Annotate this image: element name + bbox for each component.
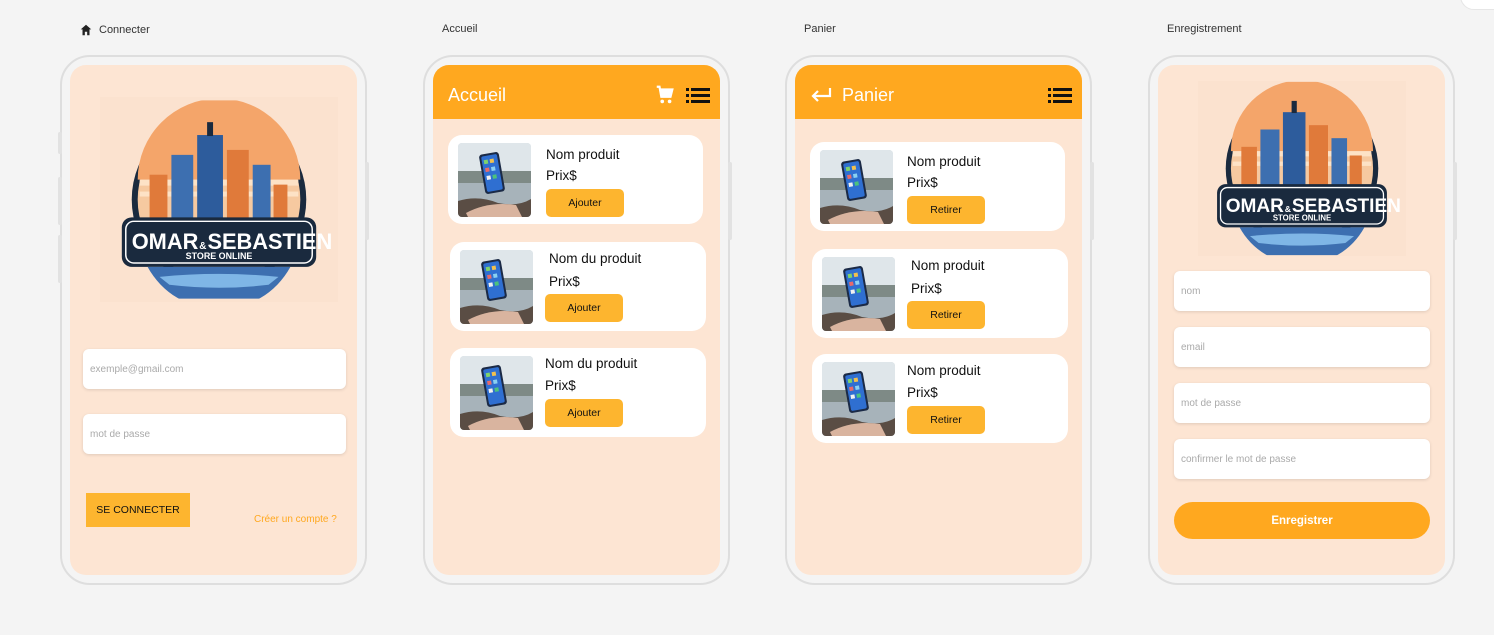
register-button[interactable]: Enregistrer bbox=[1174, 502, 1430, 539]
cart-icon[interactable] bbox=[654, 84, 676, 106]
cart-screen: Panier Nom produit Prix$ Retirer Nom pro… bbox=[795, 65, 1082, 575]
frame-label-cart: Panier bbox=[804, 23, 836, 35]
email-field[interactable]: exemple@gmail.com bbox=[83, 349, 346, 389]
product-price: Prix$ bbox=[907, 175, 938, 190]
store-logo: OMAR&SEBASTIEN STORE ONLINE bbox=[100, 97, 338, 302]
product-image bbox=[460, 250, 533, 324]
create-account-link[interactable]: Créer un compte ? bbox=[254, 514, 337, 525]
login-button[interactable]: SE CONNECTER bbox=[86, 493, 190, 527]
cart-item-card: Nom produit Prix$ Retirer bbox=[810, 142, 1065, 231]
phone-cart: Panier Nom produit Prix$ Retirer Nom pro… bbox=[785, 55, 1094, 585]
remove-button[interactable]: Retirer bbox=[907, 196, 985, 224]
cart-item-card: Nom produit Prix$ Retirer bbox=[812, 354, 1068, 443]
password-field[interactable]: mot de passe bbox=[83, 414, 346, 454]
cart-item-card: Nom produit Prix$ Retirer bbox=[812, 249, 1068, 338]
phone-login: OMAR&SEBASTIEN STORE ONLINE exemple@gmai… bbox=[58, 55, 369, 585]
product-name: Nom produit bbox=[546, 147, 620, 162]
product-image bbox=[820, 150, 893, 224]
frame-label-login: Connecter bbox=[79, 23, 150, 37]
product-card: Nom du produit Prix$ Ajouter bbox=[450, 348, 706, 437]
product-price: Prix$ bbox=[546, 168, 577, 183]
product-price: Prix$ bbox=[907, 385, 938, 400]
page-title: Panier bbox=[842, 84, 895, 105]
product-name: Nom produit bbox=[911, 258, 985, 273]
svg-text:STORE ONLINE: STORE ONLINE bbox=[1273, 214, 1331, 223]
svg-text:STORE ONLINE: STORE ONLINE bbox=[186, 251, 253, 261]
product-name: Nom du produit bbox=[545, 356, 638, 371]
home-icon bbox=[80, 24, 92, 36]
product-card: Nom produit Prix$ Ajouter bbox=[448, 135, 703, 224]
phone-home: Accueil Nom produit Prix$ Ajouter Nom du… bbox=[423, 55, 732, 585]
add-to-cart-button[interactable]: Ajouter bbox=[545, 399, 623, 427]
remove-button[interactable]: Retirer bbox=[907, 406, 985, 434]
product-price: Prix$ bbox=[911, 281, 942, 296]
list-icon[interactable] bbox=[686, 85, 710, 105]
product-image bbox=[458, 143, 531, 217]
product-name: Nom produit bbox=[907, 154, 981, 169]
frame-label-register: Enregistrement bbox=[1167, 23, 1242, 35]
product-card: Nom du produit Prix$ Ajouter bbox=[450, 242, 706, 331]
phone-register: OMAR&SEBASTIEN STORE ONLINE nom email mo… bbox=[1148, 55, 1457, 585]
password-field[interactable]: mot de passe bbox=[1174, 383, 1430, 423]
home-screen: Accueil Nom produit Prix$ Ajouter Nom du… bbox=[433, 65, 720, 575]
product-name: Nom du produit bbox=[549, 251, 642, 266]
cart-appbar: Panier bbox=[795, 65, 1082, 119]
add-to-cart-button[interactable]: Ajouter bbox=[546, 189, 624, 217]
frame-label-text: Connecter bbox=[99, 24, 150, 36]
page-title: Accueil bbox=[448, 84, 507, 105]
register-screen: OMAR&SEBASTIEN STORE ONLINE nom email mo… bbox=[1158, 65, 1445, 575]
login-screen: OMAR&SEBASTIEN STORE ONLINE exemple@gmai… bbox=[70, 65, 357, 575]
list-icon[interactable] bbox=[1048, 85, 1072, 105]
canvas-corner-panel bbox=[1460, 0, 1494, 10]
back-arrow-icon[interactable] bbox=[810, 85, 832, 105]
frame-label-home: Accueil bbox=[442, 23, 478, 35]
confirm-password-field[interactable]: confirmer le mot de passe bbox=[1174, 439, 1430, 479]
store-logo: OMAR&SEBASTIEN STORE ONLINE bbox=[1198, 81, 1406, 256]
product-image bbox=[822, 257, 895, 331]
product-price: Prix$ bbox=[545, 378, 576, 393]
email-field[interactable]: email bbox=[1174, 327, 1430, 367]
product-image bbox=[460, 356, 533, 430]
product-price: Prix$ bbox=[549, 274, 580, 289]
home-appbar: Accueil bbox=[433, 65, 720, 119]
add-to-cart-button[interactable]: Ajouter bbox=[545, 294, 623, 322]
product-image bbox=[822, 362, 895, 436]
name-field[interactable]: nom bbox=[1174, 271, 1430, 311]
remove-button[interactable]: Retirer bbox=[907, 301, 985, 329]
product-name: Nom produit bbox=[907, 363, 981, 378]
